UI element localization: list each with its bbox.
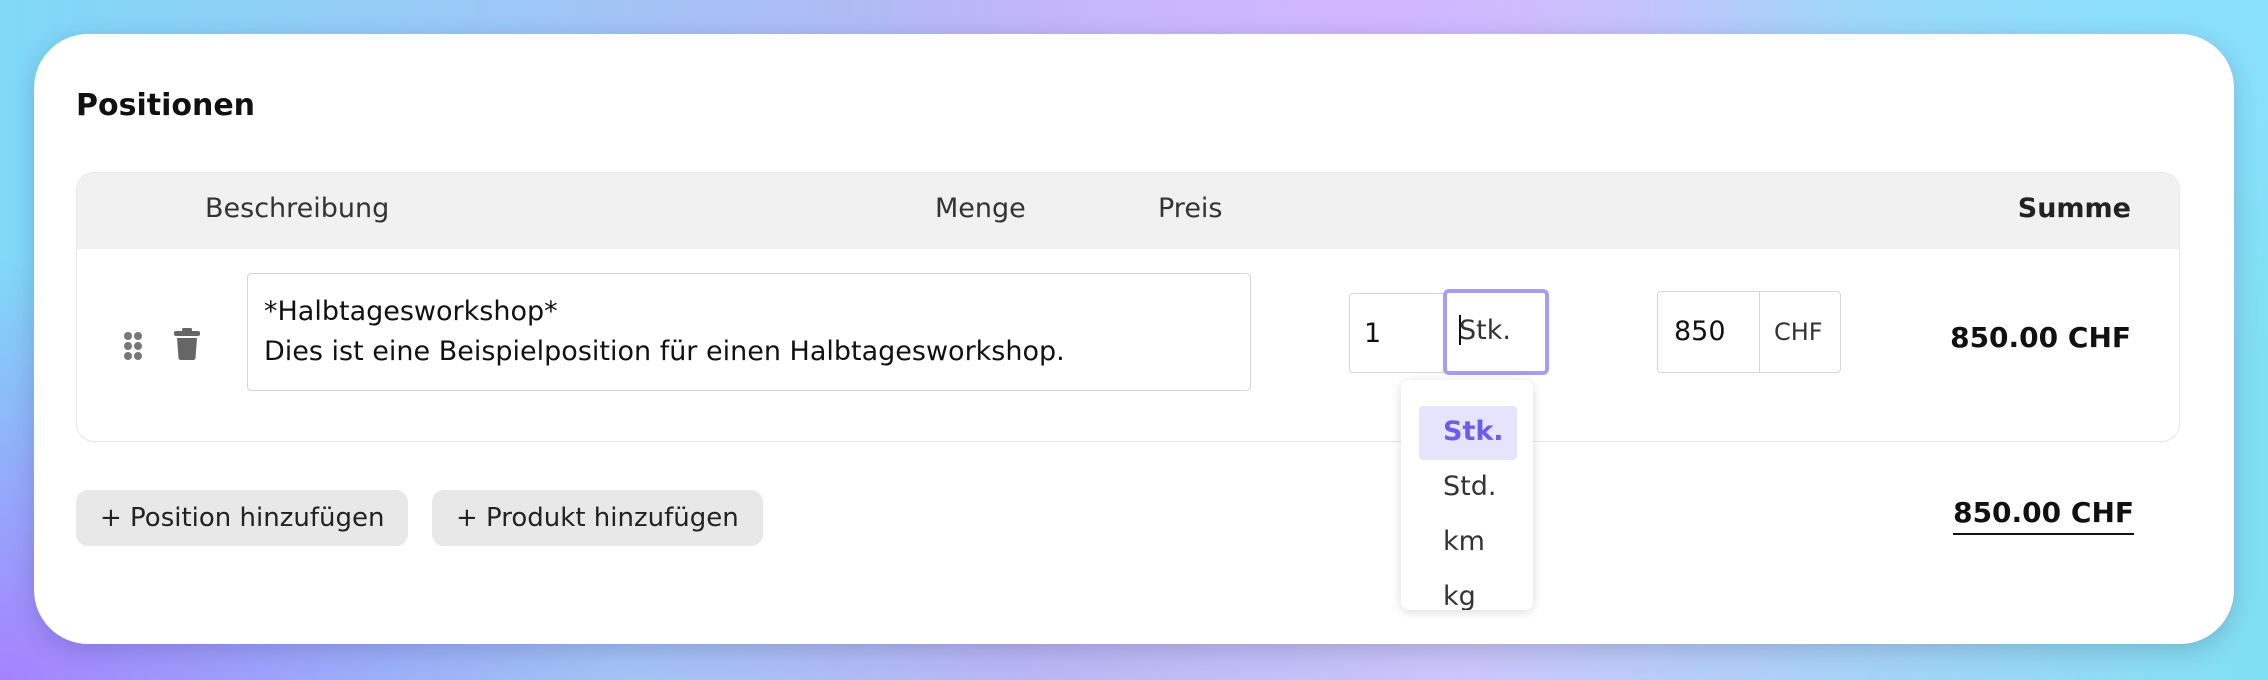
price-input[interactable]: 850 — [1657, 291, 1759, 373]
add-product-button[interactable]: + Produkt hinzufügen — [432, 490, 763, 546]
section-title: Positionen — [76, 88, 256, 123]
unit-option-std[interactable]: Std. — [1419, 461, 1517, 515]
drag-handle-icon[interactable] — [123, 331, 143, 365]
unit-option-kg[interactable]: kg — [1419, 571, 1517, 610]
description-line-2: Dies ist eine Beispielposition für einen… — [264, 336, 1065, 367]
positions-table: Beschreibung Menge Preis Summe *Halbtage… — [76, 172, 2180, 442]
description-line-1: *Halbtagesworkshop* — [264, 296, 558, 327]
unit-dropdown-menu: Stk. Std. km kg — [1401, 380, 1533, 610]
quantity-input[interactable]: 1 — [1349, 293, 1447, 373]
currency-label: CHF — [1759, 291, 1841, 373]
header-description: Beschreibung — [205, 193, 390, 224]
add-position-button[interactable]: + Position hinzufügen — [76, 490, 409, 546]
positions-card: Positionen Beschreibung Menge Preis Summ… — [34, 34, 2234, 644]
table-header: Beschreibung Menge Preis Summe — [77, 173, 2179, 249]
trash-icon[interactable] — [173, 327, 201, 365]
unit-select[interactable]: Stk. — [1443, 289, 1549, 375]
line-total: 850.00 CHF — [1950, 321, 2131, 354]
header-price: Preis — [1158, 193, 1223, 224]
description-textarea[interactable]: *Halbtagesworkshop* Dies ist eine Beispi… — [247, 273, 1251, 391]
unit-option-stk[interactable]: Stk. — [1419, 406, 1517, 460]
grand-total: 850.00 CHF — [1953, 496, 2134, 535]
unit-value: Stk. — [1459, 315, 1511, 346]
unit-option-km[interactable]: km — [1419, 516, 1517, 570]
header-sum: Summe — [2017, 193, 2131, 224]
header-quantity: Menge — [935, 193, 1026, 224]
